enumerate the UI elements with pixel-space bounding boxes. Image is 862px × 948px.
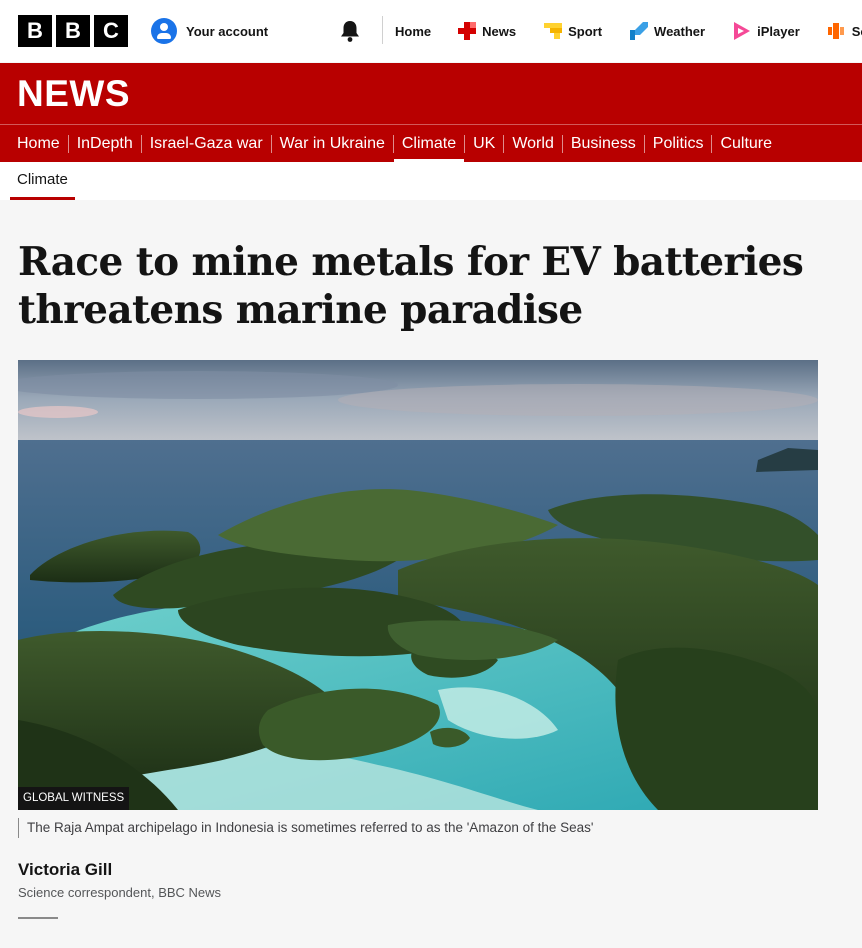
global-nav-sport[interactable]: Sport <box>544 22 602 40</box>
news-nav-business[interactable]: Business <box>563 134 645 153</box>
climate-subnav: Climate <box>0 162 862 200</box>
global-nav-news[interactable]: News <box>458 22 516 40</box>
bbc-logo-letter: B <box>18 15 52 47</box>
global-nav-sounds[interactable]: Sou <box>827 22 862 40</box>
image-credit: GLOBAL WITNESS <box>18 787 130 810</box>
byline-divider <box>18 917 58 919</box>
news-nav-world[interactable]: World <box>504 134 563 153</box>
news-section-nav: Home InDepth Israel-Gaza war War in Ukra… <box>17 125 780 163</box>
news-nav-israel-gaza-war[interactable]: Israel-Gaza war <box>142 134 272 153</box>
notifications-bell-icon[interactable] <box>339 19 361 43</box>
global-nav-label: Sport <box>568 23 603 39</box>
article-headline: Race to mine metals for EV batteries thr… <box>18 239 804 333</box>
account-label: Your account <box>186 23 269 39</box>
news-icon <box>458 22 477 40</box>
global-nav-label: News <box>482 23 517 39</box>
subnav-climate[interactable]: Climate <box>10 162 75 200</box>
archipelago-aerial-photo <box>18 360 818 810</box>
header-divider <box>382 16 383 44</box>
weather-icon <box>630 22 649 40</box>
global-nav-iplayer[interactable]: iPlayer <box>733 22 800 40</box>
global-nav-label: iPlayer <box>757 23 800 39</box>
news-nav-uk[interactable]: UK <box>465 134 505 153</box>
global-nav-label: Weather <box>654 23 706 39</box>
global-nav-weather[interactable]: Weather <box>630 22 705 40</box>
news-header: NEWS Home InDepth Israel-Gaza war War in… <box>0 63 862 163</box>
bbc-logo-letter: C <box>94 15 128 47</box>
global-nav-label: Home <box>395 23 432 39</box>
news-wordmark[interactable]: NEWS <box>17 73 130 115</box>
image-caption: The Raja Ampat archipelago in Indonesia … <box>18 818 593 838</box>
bbc-logo[interactable]: B B C <box>18 15 128 47</box>
author-role: Science correspondent, BBC News <box>18 885 222 900</box>
article-hero-image <box>18 360 818 810</box>
news-nav-home[interactable]: Home <box>17 134 69 153</box>
sounds-icon <box>827 23 844 39</box>
global-nav: Home News Sport Weather iPlayer S <box>395 0 862 62</box>
author-name: Victoria Gill <box>18 860 113 879</box>
sport-icon <box>544 23 563 39</box>
global-nav-home[interactable]: Home <box>395 24 431 39</box>
news-nav-culture[interactable]: Culture <box>712 135 780 153</box>
account-icon <box>151 18 177 44</box>
iplayer-icon <box>734 22 751 40</box>
news-nav-climate[interactable]: Climate <box>393 134 466 163</box>
news-nav-politics[interactable]: Politics <box>645 134 713 153</box>
news-nav-war-in-ukraine[interactable]: War in Ukraine <box>272 134 394 153</box>
bbc-logo-letter: B <box>56 15 90 47</box>
news-nav-indepth[interactable]: InDepth <box>69 134 142 153</box>
global-header: B B C Your account Home News Sport Weath… <box>0 0 862 62</box>
global-nav-label: Sou <box>851 23 862 39</box>
account-link[interactable]: Your account <box>151 18 268 44</box>
